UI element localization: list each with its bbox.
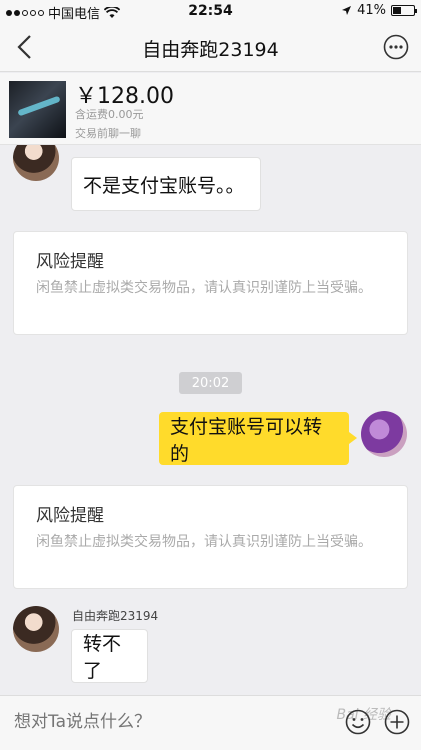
battery-percent: 41% <box>357 3 386 18</box>
risk-warning-card: 风险提醒 闲鱼禁止虚拟类交易物品，请认真识别谨防上当受骗。 <box>13 231 408 335</box>
sender-name: 自由奔跑23194 <box>72 609 159 623</box>
timestamp-badge: 20:02 <box>179 372 242 394</box>
more-icon[interactable] <box>383 34 409 60</box>
risk-title: 风险提醒 <box>36 506 104 526</box>
chat-area[interactable]: 不是支付宝账号。。 风险提醒 闲鱼禁止虚拟类交易物品，请认真识别谨防上当受骗。 … <box>0 145 421 695</box>
message-text: 支付宝账号可以转的 <box>170 415 323 465</box>
input-bar: Bai 经验 <box>0 695 421 750</box>
message-input[interactable] <box>14 712 314 732</box>
risk-text: 闲鱼禁止虚拟类交易物品，请认真识别谨防上当受骗。 <box>36 534 372 550</box>
risk-title: 风险提醒 <box>36 252 104 272</box>
product-bar[interactable]: ￥128.00 含运费0.00元 交易前聊一聊 <box>0 73 421 145</box>
page-title: 自由奔跑23194 <box>142 39 279 61</box>
avatar[interactable] <box>13 606 59 652</box>
message-text: 转不了 <box>83 633 122 682</box>
message-bubble: 转不了 <box>71 629 148 683</box>
product-note: 交易前聊一聊 <box>75 127 141 140</box>
battery-icon <box>391 5 417 16</box>
location-icon <box>342 6 352 15</box>
message-text: 不是支付宝账号。。 <box>83 174 245 197</box>
status-bar: 中国电信 22:54 41% <box>0 0 421 22</box>
message-bubble-self: 支付宝账号可以转的 <box>159 412 357 465</box>
status-right: 41% <box>341 3 417 18</box>
avatar[interactable] <box>13 145 59 181</box>
message-bubble: 不是支付宝账号。。 <box>71 157 261 211</box>
product-shipping: 含运费0.00元 <box>75 108 144 121</box>
battery-fill <box>393 7 402 14</box>
emoji-icon[interactable] <box>345 709 371 735</box>
avatar-self[interactable] <box>361 411 407 457</box>
nav-bar: 自由奔跑23194 <box>0 22 421 72</box>
risk-text: 闲鱼禁止虚拟类交易物品，请认真识别谨防上当受骗。 <box>36 280 372 296</box>
risk-warning-card: 风险提醒 闲鱼禁止虚拟类交易物品，请认真识别谨防上当受骗。 <box>13 485 408 589</box>
product-thumbnail[interactable] <box>9 81 66 138</box>
plus-icon[interactable] <box>384 709 410 735</box>
